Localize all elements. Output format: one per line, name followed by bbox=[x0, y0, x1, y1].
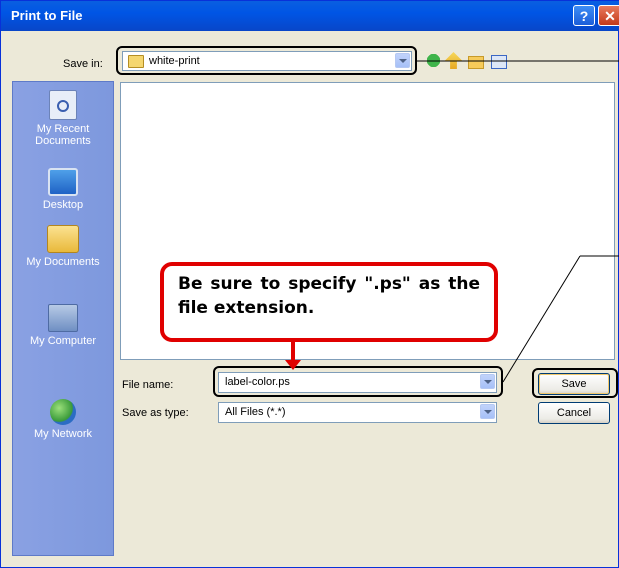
down-arrow-icon bbox=[285, 360, 301, 370]
extension-note-callout: Be sure to specify ".ps" as the file ext… bbox=[160, 262, 498, 342]
file-name-callout-line bbox=[502, 255, 581, 383]
note-arrow-shaft bbox=[291, 338, 295, 362]
extension-note-text: Be sure to specify ".ps" as the file ext… bbox=[178, 274, 480, 318]
